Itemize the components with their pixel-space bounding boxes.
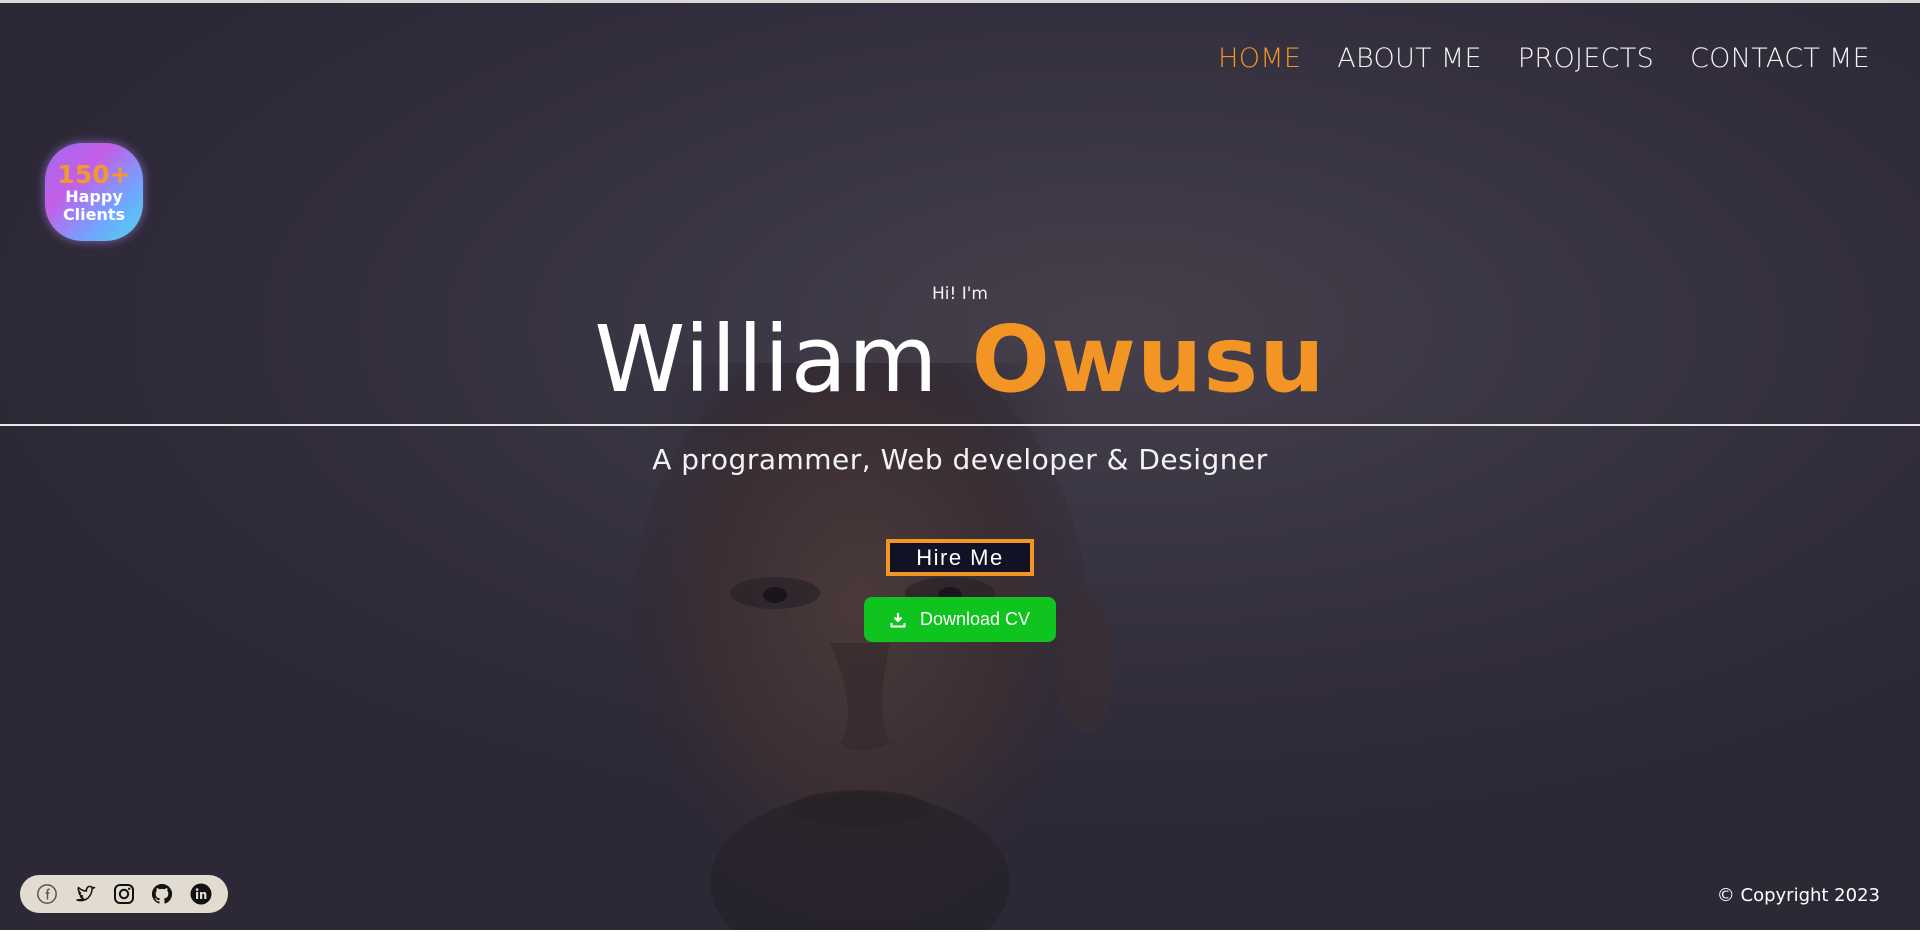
copyright-text: © Copyright 2023	[1716, 885, 1880, 906]
github-icon[interactable]	[149, 881, 175, 907]
download-cv-label: Download CV	[919, 609, 1031, 629]
hero-section: HOME ABOUT ME PROJECTS CONTACT ME 150+ H…	[0, 3, 1920, 930]
social-links-bar	[20, 875, 228, 913]
twitter-icon[interactable]	[73, 881, 99, 907]
hero-tagline: A programmer, Web developer & Designer	[652, 443, 1268, 476]
nav-item-contact-me[interactable]: CONTACT ME	[1690, 43, 1870, 74]
download-cv-button[interactable]: Download CV	[864, 597, 1056, 642]
linkedin-icon[interactable]	[188, 881, 214, 907]
download-icon	[890, 612, 906, 627]
hire-me-button[interactable]: Hire Me	[886, 539, 1034, 576]
clients-label-line1: Happy	[65, 186, 123, 206]
instagram-icon[interactable]	[111, 881, 137, 907]
main-nav: HOME ABOUT ME PROJECTS CONTACT ME	[1218, 43, 1870, 74]
hero-name: William Owusu	[0, 305, 1920, 415]
first-name: William	[594, 306, 939, 413]
nav-item-about-me[interactable]: ABOUT ME	[1337, 43, 1482, 74]
happy-clients-badge: 150+ Happy Clients	[45, 143, 143, 241]
clients-count: 150+	[57, 159, 131, 189]
nav-item-projects[interactable]: PROJECTS	[1518, 43, 1654, 74]
last-name: Owusu	[971, 306, 1326, 413]
facebook-icon[interactable]	[34, 881, 60, 907]
hero-greeting: Hi! I'm	[932, 284, 988, 304]
nav-item-home[interactable]: HOME	[1218, 43, 1301, 74]
hero-divider	[0, 424, 1920, 426]
clients-label-line2: Clients	[62, 204, 126, 224]
